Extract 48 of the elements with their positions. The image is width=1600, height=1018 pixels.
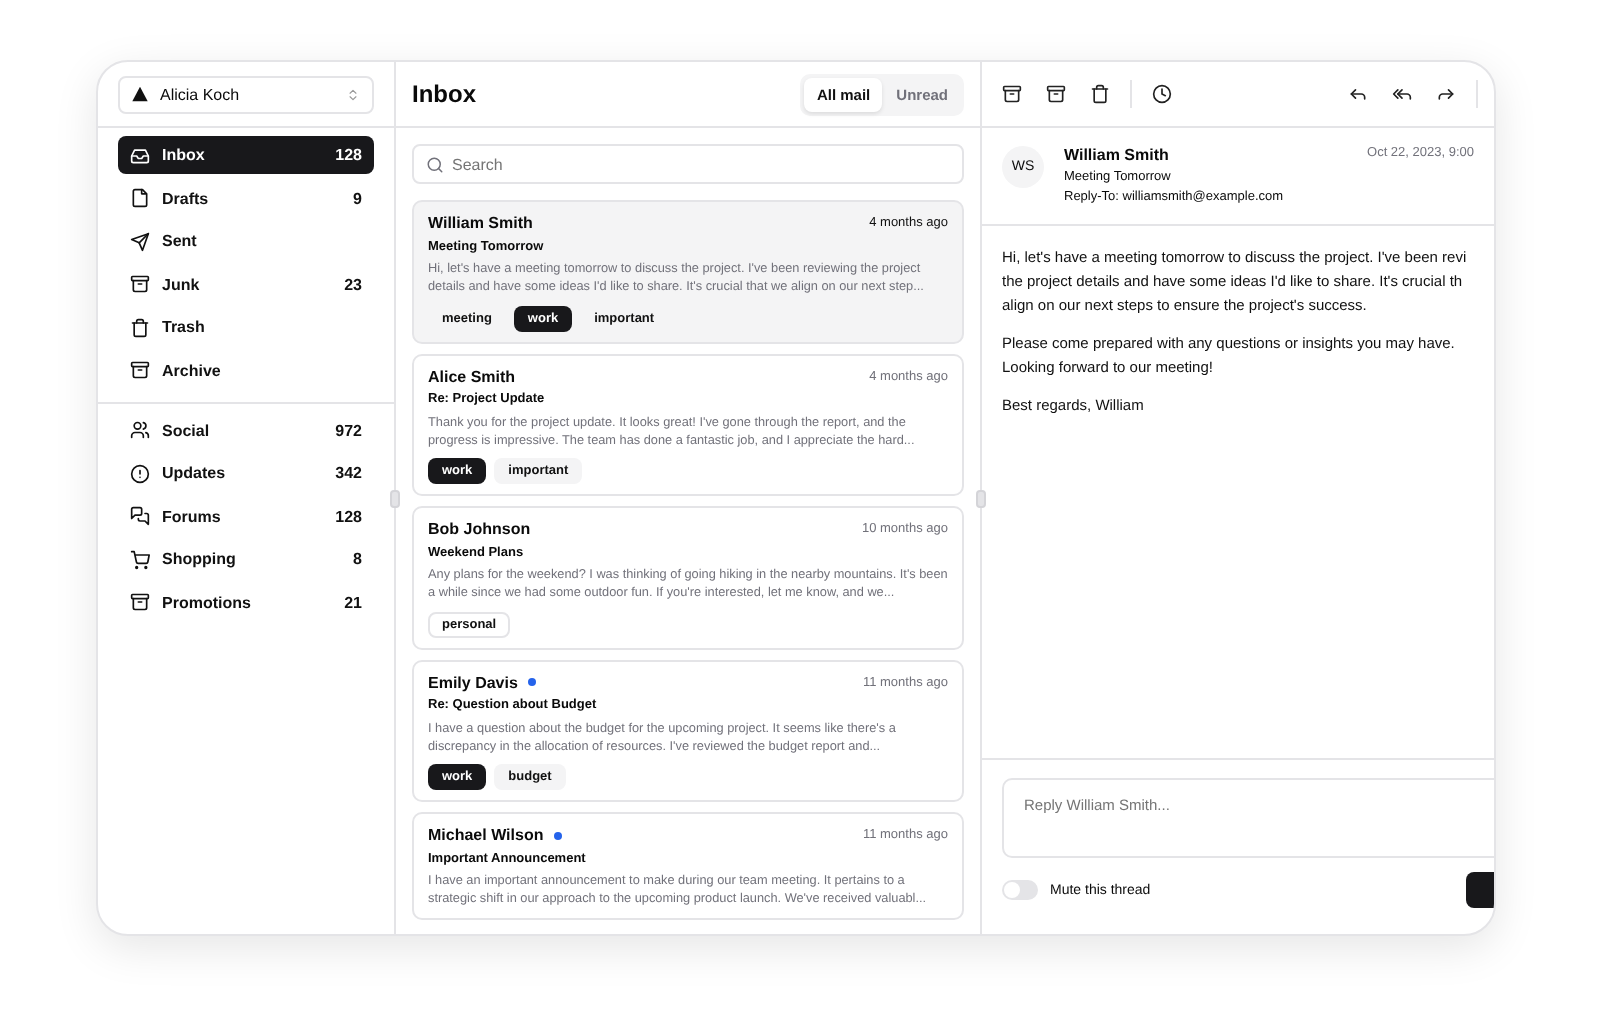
sender-name: William Smith <box>428 214 533 232</box>
nav-item[interactable]: Forums 128 <box>118 497 374 535</box>
paper-plane-icon <box>130 231 150 251</box>
nav-item[interactable]: Promotions 21 <box>118 583 374 621</box>
trash-icon[interactable] <box>1090 84 1110 104</box>
resize-handle[interactable] <box>976 490 986 508</box>
inbox-tray-icon <box>130 145 150 165</box>
mail-card[interactable] <box>412 200 964 343</box>
nav-item[interactable]: Sent <box>118 222 374 260</box>
triangle-logo-icon <box>132 86 148 102</box>
mute-toggle[interactable] <box>1002 880 1038 900</box>
archive-box-icon <box>130 274 150 294</box>
search-icon <box>426 155 444 173</box>
archive-box-icon <box>130 360 150 380</box>
mail-card[interactable] <box>412 659 964 802</box>
forward-icon[interactable] <box>1436 84 1456 104</box>
account-selector[interactable]: Alicia Koch <box>118 75 374 113</box>
archive-icon[interactable] <box>1002 84 1022 104</box>
sender-name: Alice Smith <box>428 367 516 385</box>
resize-handle[interactable] <box>390 490 400 508</box>
nav-item[interactable]: Drafts 9 <box>118 179 374 217</box>
sender-name: William Smith <box>1064 146 1171 164</box>
chevrons-up-down-icon <box>346 87 360 101</box>
send-button[interactable] <box>1466 872 1494 908</box>
mail-card[interactable] <box>412 353 964 496</box>
nav-item[interactable]: Archive <box>118 351 374 389</box>
reply-all-icon[interactable] <box>1392 84 1412 104</box>
users-icon <box>130 420 150 440</box>
sender-name: Michael Wilson <box>428 826 544 844</box>
chat-bubbles-icon <box>130 506 150 526</box>
nav-item[interactable]: Trash <box>118 308 374 346</box>
archive-box-icon <box>130 592 150 612</box>
nav-item[interactable]: Inbox 128 <box>118 136 374 174</box>
junk-icon[interactable] <box>1046 84 1066 104</box>
alert-circle-icon <box>130 463 150 483</box>
nav-item[interactable]: Junk 23 <box>118 265 374 303</box>
nav-item[interactable]: Shopping 8 <box>118 540 374 578</box>
trash-icon <box>130 317 150 337</box>
clock-icon[interactable] <box>1152 84 1172 104</box>
search-field[interactable]: Search <box>412 144 964 184</box>
nav-item[interactable]: Updates 342 <box>118 454 374 492</box>
sender-name: Emily Davis <box>428 673 518 691</box>
nav-item[interactable]: Social 972 <box>118 411 374 449</box>
document-icon <box>130 188 150 208</box>
list-title: Inbox <box>412 80 478 108</box>
reply-icon[interactable] <box>1348 84 1368 104</box>
shopping-cart-icon <box>130 549 150 569</box>
sender-name: Bob Johnson <box>428 520 531 538</box>
